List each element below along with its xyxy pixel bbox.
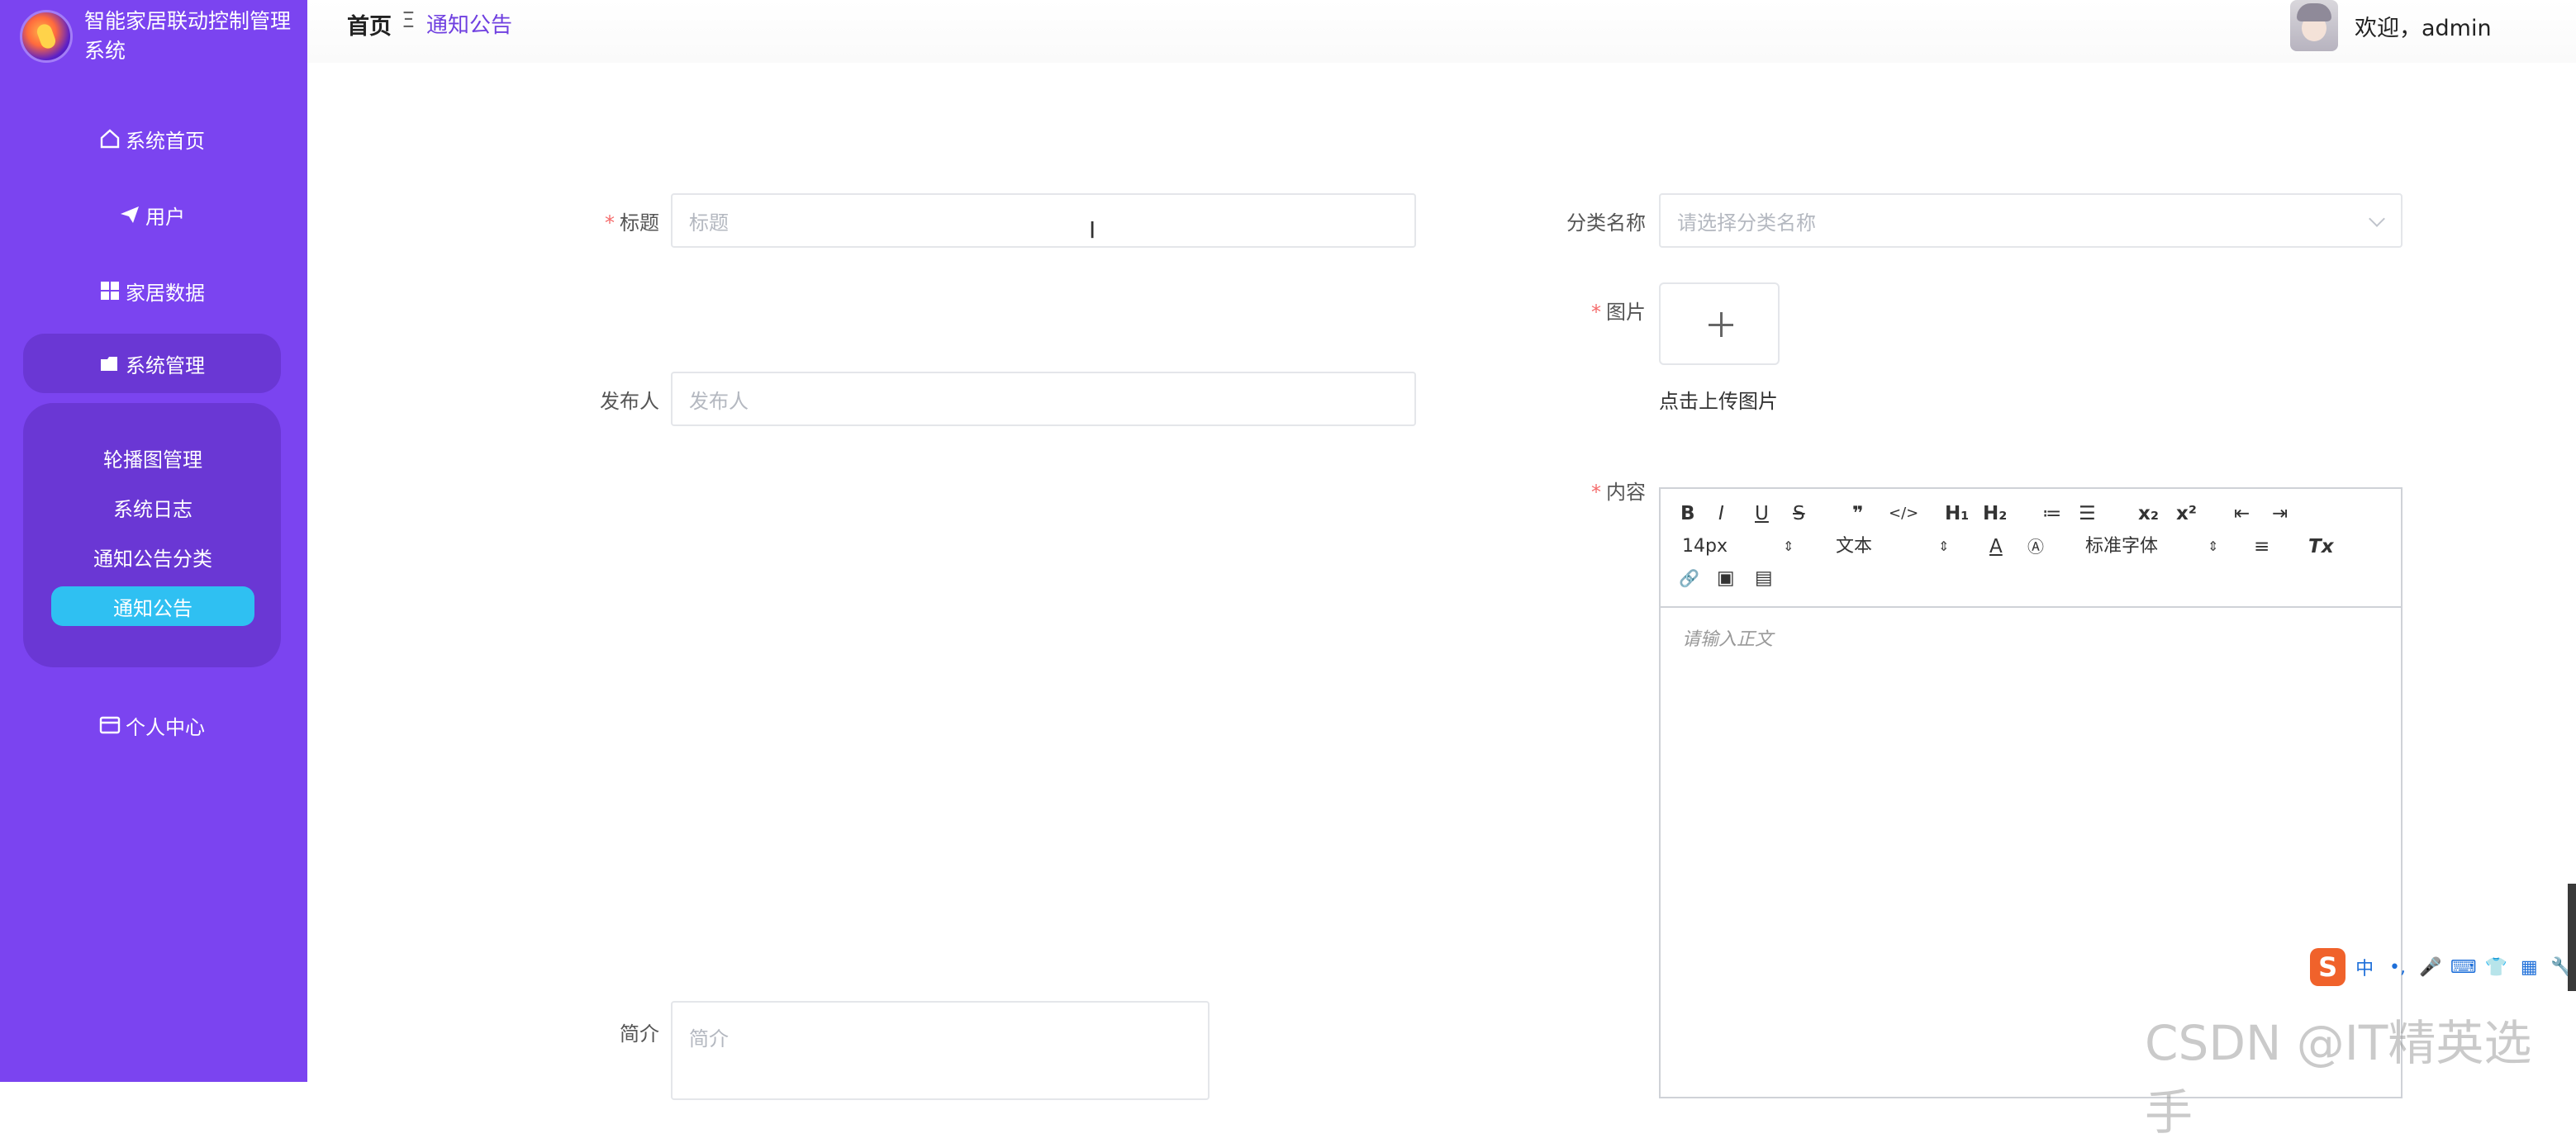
link-button[interactable]: 🔗 [1679, 567, 1699, 590]
bold-button[interactable]: B [1680, 502, 1695, 525]
submenu-item-notice-category[interactable]: 通知公告分类 [51, 537, 254, 576]
category-label: 分类名称 [1566, 211, 1646, 235]
submenu-item-notice[interactable]: 通知公告 [51, 586, 254, 626]
subscript-button[interactable]: x₂ [2138, 502, 2159, 525]
breadcrumb-current[interactable]: 通知公告 [426, 8, 512, 39]
paper-plane-icon [119, 204, 140, 225]
sidebar-item-personal-center[interactable]: 个人中心 [23, 695, 281, 755]
sidebar-item-label: 家居数据 [126, 281, 205, 305]
sidebar: 智能家居联动控制管理系统 系统首页 用户 家居数据 系统管理 轮播图管理 系统日… [0, 0, 307, 1082]
underline-button[interactable]: U [1755, 502, 1769, 525]
upload-hint: 点击上传图片 [1659, 390, 1778, 413]
italic-button[interactable]: I [1718, 502, 1724, 525]
home-icon [99, 128, 121, 149]
breadcrumb-home[interactable]: 首页 [347, 8, 392, 40]
sidebar-item-home[interactable]: 系统首页 [23, 109, 281, 168]
font-size-select[interactable]: 14px [1682, 535, 1728, 558]
video-button[interactable]: ▤ [1755, 567, 1773, 590]
font-size-caret-icon: ⇕ [1783, 538, 1794, 554]
editor-body[interactable]: 请输入正文 [1682, 624, 1773, 651]
keyboard-icon[interactable]: ⌨ [2450, 957, 2478, 978]
grid-icon [99, 280, 121, 301]
welcome-text[interactable]: 欢迎，admin [2355, 10, 2492, 42]
ime-toolbar: S 中 •, 🎤 ⌨ 👕 ▦ 🔧 [2310, 948, 2576, 986]
font-family-caret-icon: ⇕ [2208, 538, 2219, 554]
sidebar-item-label: 用户 [145, 205, 185, 229]
folder-icon [99, 353, 121, 374]
summary-label: 简介 [620, 1022, 659, 1046]
watermark: CSDN @IT精英选手 [2145, 1015, 2532, 1141]
apps-icon[interactable]: ▦ [2515, 957, 2543, 978]
avatar[interactable] [2290, 0, 2338, 51]
microphone-icon[interactable]: 🎤 [2417, 957, 2445, 978]
title-input[interactable]: 标题 [671, 193, 1416, 248]
publisher-input[interactable]: 发布人 [671, 372, 1416, 426]
sidebar-item-system-management[interactable]: 系统管理 [23, 334, 281, 393]
blockquote-button[interactable]: ❞ [1852, 502, 1864, 525]
id-card-icon [99, 714, 121, 736]
indent-button[interactable]: ⇥ [2272, 502, 2288, 525]
h1-button[interactable]: H₁ [1945, 502, 1969, 525]
font-color-button[interactable]: A [1989, 535, 2003, 558]
code-block-button[interactable]: </> [1889, 502, 1918, 525]
bullet-list-button[interactable]: ☰ [2079, 502, 2096, 525]
ime-chinese-mode[interactable]: 中 [2350, 954, 2379, 980]
header-caret-icon: ⇕ [1938, 538, 1950, 554]
app-title: 智能家居联动控制管理系统 [84, 9, 292, 63]
image-upload-button[interactable] [1659, 282, 1780, 365]
align-button[interactable]: ≡ [2254, 535, 2269, 558]
chevron-down-icon [2369, 211, 2385, 227]
sidebar-item-label: 系统管理 [126, 353, 205, 377]
background-color-button[interactable]: Ⓐ [2027, 535, 2044, 558]
sidebar-item-home-data[interactable]: 家居数据 [23, 261, 281, 320]
editor-toolbar: B I U S ❞ </> H₁ H₂ ≔ ☰ x₂ x² ⇤ ⇥ 14px ⇕… [1661, 489, 2401, 608]
sidebar-item-label: 系统首页 [126, 129, 205, 153]
header: 首页 Ξ 通知公告 欢迎，admin [307, 0, 2576, 63]
ime-punctuation-icon[interactable]: •, [2384, 957, 2412, 978]
h2-button[interactable]: H₂ [1983, 502, 2007, 525]
scrollbar[interactable] [2568, 884, 2576, 991]
superscript-button[interactable]: x² [2176, 502, 2197, 525]
outdent-button[interactable]: ⇤ [2234, 502, 2250, 525]
ime-logo-icon[interactable]: S [2310, 948, 2346, 986]
sidebar-item-users[interactable]: 用户 [23, 185, 281, 244]
image-button[interactable]: ▣ [1717, 567, 1735, 590]
summary-textarea[interactable]: 简介 [671, 1001, 1210, 1100]
skin-icon[interactable]: 👕 [2483, 957, 2511, 978]
plus-icon-vertical [1720, 312, 1723, 337]
submenu-item-system-log[interactable]: 系统日志 [51, 487, 254, 527]
submenu-item-carousel[interactable]: 轮播图管理 [51, 438, 254, 477]
category-select[interactable]: 请选择分类名称 [1659, 193, 2403, 248]
app-logo [20, 10, 73, 63]
sidebar-item-label: 个人中心 [126, 715, 205, 739]
ordered-list-button[interactable]: ≔ [2042, 502, 2061, 525]
clean-format-button[interactable]: Tx [2308, 535, 2334, 558]
content-label: * 内容 [1591, 481, 1646, 504]
image-label: * 图片 [1591, 301, 1646, 324]
font-family-select[interactable]: 标准字体 [2085, 535, 2158, 558]
brand: 智能家居联动控制管理系统 [20, 7, 291, 66]
publisher-label: 发布人 [600, 390, 659, 413]
breadcrumb-separator: Ξ [402, 8, 416, 33]
title-label: * 标题 [605, 211, 659, 235]
text-cursor-icon: I [1089, 216, 1096, 244]
submenu: 轮播图管理 系统日志 通知公告分类 通知公告 [23, 403, 281, 667]
strike-button[interactable]: S [1793, 502, 1805, 525]
header-select[interactable]: 文本 [1836, 535, 1872, 558]
